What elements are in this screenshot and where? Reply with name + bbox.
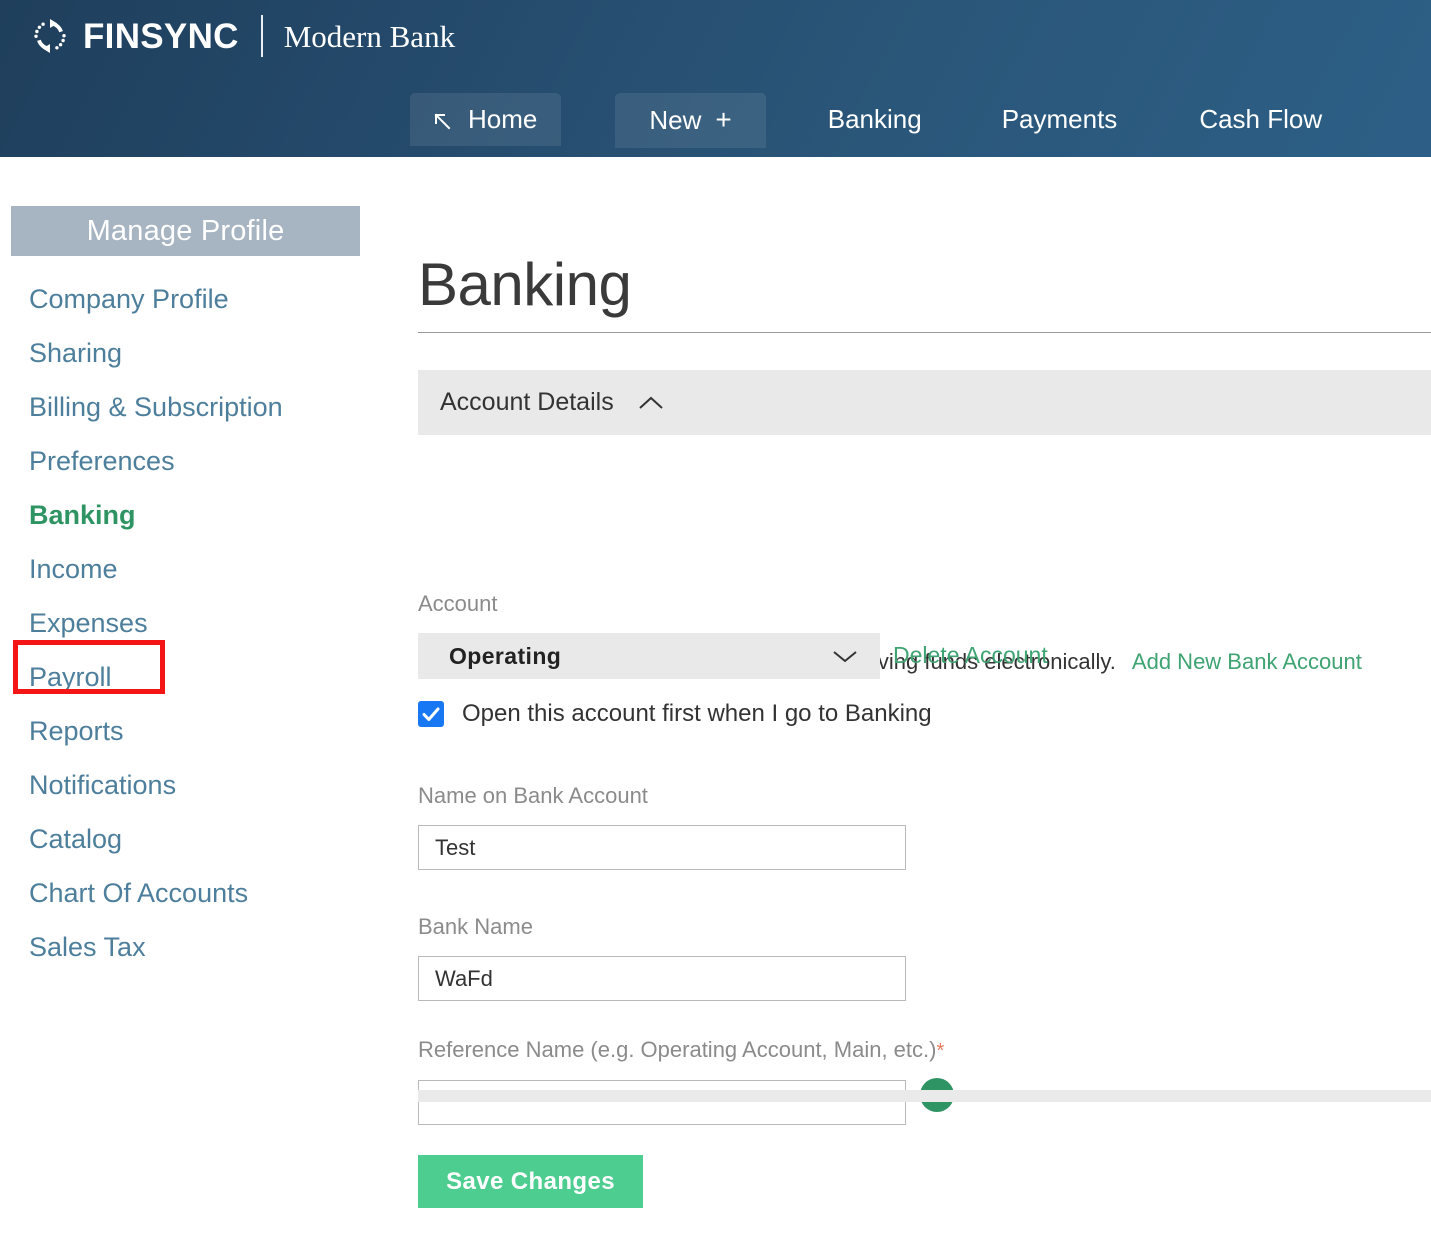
sidebar-item-expenses[interactable]: Expenses xyxy=(0,596,400,650)
sidebar-menu: Company Profile Sharing Billing & Subscr… xyxy=(0,272,400,974)
main-navigation: Home New + Banking Payments Cash Flow xyxy=(410,93,1348,157)
default-account-checkbox[interactable] xyxy=(418,701,444,727)
brand-name: FINSYNC xyxy=(83,19,239,54)
title-divider xyxy=(418,332,1431,333)
content-scroll-cutoff xyxy=(418,1090,1431,1102)
account-select-value: Operating xyxy=(449,643,561,670)
nav-item-new-label: New xyxy=(649,107,701,133)
arrow-up-left-icon xyxy=(432,109,452,129)
bank-name-label: Bank Name xyxy=(418,914,533,940)
sync-circle-icon xyxy=(30,16,70,56)
plus-icon: + xyxy=(715,106,731,134)
nav-item-payments[interactable]: Payments xyxy=(976,93,1144,146)
name-on-bank-account-label: Name on Bank Account xyxy=(418,783,648,809)
chevron-down-icon xyxy=(832,649,858,664)
default-account-checkbox-label: Open this account first when I go to Ban… xyxy=(462,700,932,728)
save-changes-button[interactable]: Save Changes xyxy=(418,1155,643,1208)
nav-item-home[interactable]: Home xyxy=(410,93,561,146)
sidebar-item-company-profile[interactable]: Company Profile xyxy=(0,272,400,326)
reference-name-label: Reference Name (e.g. Operating Account, … xyxy=(418,1037,944,1063)
bank-name-input[interactable] xyxy=(418,956,906,1001)
brand-subtitle: Modern Bank xyxy=(284,21,455,52)
default-account-checkbox-row[interactable]: Open this account first when I go to Ban… xyxy=(418,700,932,728)
nav-item-cash-flow[interactable]: Cash Flow xyxy=(1173,93,1348,146)
reference-name-input[interactable] xyxy=(418,1080,906,1125)
sidebar-item-preferences[interactable]: Preferences xyxy=(0,434,400,488)
sidebar-item-sales-tax[interactable]: Sales Tax xyxy=(0,920,400,974)
sidebar-item-payroll[interactable]: Payroll xyxy=(0,650,400,704)
add-new-bank-account-link[interactable]: Add New Bank Account xyxy=(1132,649,1362,675)
account-label: Account xyxy=(418,591,498,617)
nav-item-new[interactable]: New + xyxy=(615,93,765,148)
sidebar-item-notifications[interactable]: Notifications xyxy=(0,758,400,812)
chevron-up-icon[interactable] xyxy=(638,395,664,411)
sidebar-item-sharing[interactable]: Sharing xyxy=(0,326,400,380)
brand: FINSYNC Modern Bank xyxy=(30,8,455,64)
nav-item-banking[interactable]: Banking xyxy=(802,93,948,146)
section-header-account-details[interactable]: Account Details xyxy=(418,370,1431,435)
name-on-bank-account-input[interactable] xyxy=(418,825,906,870)
sidebar-item-billing-subscription[interactable]: Billing & Subscription xyxy=(0,380,400,434)
sidebar-item-catalog[interactable]: Catalog xyxy=(0,812,400,866)
sidebar-title: Manage Profile xyxy=(11,206,360,256)
sidebar-item-income[interactable]: Income xyxy=(0,542,400,596)
section-header-label: Account Details xyxy=(440,388,614,417)
reference-name-label-text: Reference Name (e.g. Operating Account, … xyxy=(418,1037,936,1062)
required-asterisk: * xyxy=(936,1040,944,1062)
brand-divider xyxy=(261,15,263,57)
sidebar: Manage Profile Company Profile Sharing B… xyxy=(0,157,400,1244)
page-title: Banking xyxy=(418,255,631,315)
sidebar-item-chart-of-accounts[interactable]: Chart Of Accounts xyxy=(0,866,400,920)
delete-account-link[interactable]: Delete Account xyxy=(893,642,1048,669)
app-header: FINSYNC Modern Bank Home New + Banking P… xyxy=(0,0,1431,157)
main-content: Banking Account Details These details ar… xyxy=(400,157,1431,1244)
sidebar-item-reports[interactable]: Reports xyxy=(0,704,400,758)
account-select[interactable]: Operating xyxy=(418,633,880,679)
nav-item-home-label: Home xyxy=(468,106,537,132)
sidebar-item-banking[interactable]: Banking xyxy=(0,488,400,542)
